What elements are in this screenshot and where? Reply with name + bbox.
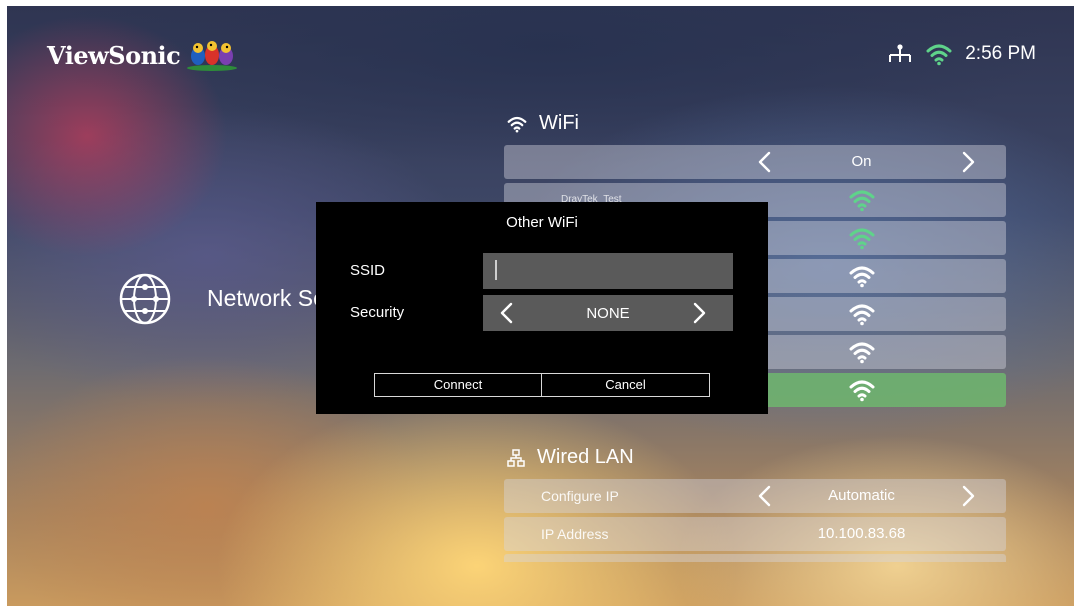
list-item-partial [504,554,1006,562]
connect-button[interactable]: Connect [374,373,542,397]
ip-address-value: 10.100.83.68 [817,525,906,542]
wired-lan-section-header: Wired LAN [507,446,634,469]
chevron-right-icon[interactable] [962,151,976,173]
wired-lan-header-label: Wired LAN [537,446,634,468]
chevron-right-icon[interactable] [693,302,707,324]
wifi-toggle-row[interactable]: On [504,145,1006,179]
wifi-signal-icon [849,264,875,288]
wifi-section-header: WiFi [507,112,579,135]
brand-logo: ViewSonic [47,38,238,72]
dialog-title: Other WiFi [506,214,578,231]
ssid-input[interactable] [483,253,733,289]
security-label: Security [350,304,405,321]
ssid-label: SSID [350,262,386,279]
wifi-signal-icon [849,226,875,250]
chevron-right-icon[interactable] [962,485,976,507]
status-bar: 2:56 PM [887,42,1036,66]
page-title: Network Settings [207,285,317,311]
configure-ip-row[interactable]: Configure IP Automatic [504,479,1006,513]
clock: 2:56 PM [965,43,1036,64]
wifi-signal-icon [849,302,875,326]
projector-screen: ViewSonic 2:56 PM Network S WiFi On Dray… [7,6,1074,606]
configure-ip-label: Configure IP [541,488,619,504]
text-caret [495,260,497,280]
other-wifi-dialog: Other WiFi SSID Security NONE Connect Ca… [316,202,768,414]
wifi-icon [925,42,953,66]
birds-logo-icon [187,41,238,71]
configure-ip-value: Automatic [828,487,895,504]
cancel-button[interactable]: Cancel [541,373,710,397]
wifi-signal-icon [849,340,875,364]
wifi-toggle-value: On [851,153,872,170]
wifi-header-label: WiFi [539,112,579,134]
ip-address-label: IP Address [541,526,609,542]
wifi-header-icon [507,115,527,133]
lan-icon [507,448,525,467]
wifi-signal-icon [849,378,875,402]
ip-address-row[interactable]: IP Address 10.100.83.68 [504,517,1006,551]
network-tree-icon [889,44,912,62]
wifi-signal-icon [849,188,875,212]
brand-name: ViewSonic [47,40,181,70]
security-selector[interactable]: NONE [483,295,733,331]
globe-icon [119,273,171,325]
